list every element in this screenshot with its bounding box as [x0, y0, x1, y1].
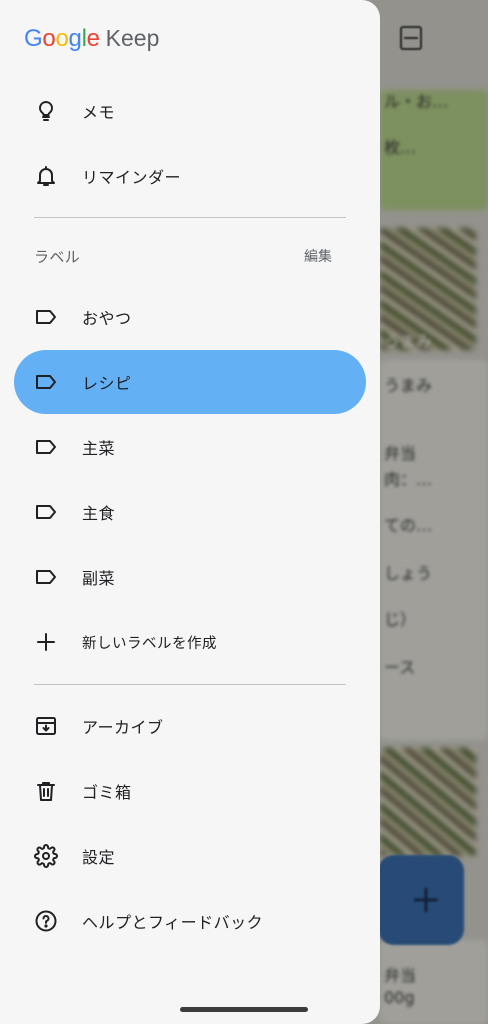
- nav-item-help[interactable]: ヘルプとフィードバック: [14, 889, 366, 953]
- logo-google-wordmark: Google: [24, 25, 100, 52]
- nav-item-label: ヘルプとフィードバック: [82, 913, 264, 932]
- google-keep-logo: Google Keep: [24, 25, 159, 55]
- help-icon: [35, 910, 57, 932]
- nav-item-label: 主食: [82, 504, 116, 523]
- nav-item-trash[interactable]: ゴミ箱: [14, 759, 366, 823]
- nav-item-label: おやつ: [82, 309, 132, 328]
- nav-item-label: ゴミ箱: [82, 783, 132, 802]
- archive-icon: [36, 717, 56, 735]
- nav-item-reminders[interactable]: リマインダー: [14, 144, 366, 208]
- trash-icon: [37, 782, 55, 801]
- nav-item-label: アーカイブ: [82, 718, 164, 737]
- gear-icon: [34, 844, 58, 868]
- label-icon: [36, 505, 56, 519]
- nav-item-archive[interactable]: アーカイブ: [14, 694, 366, 758]
- create-label-button[interactable]: 新しいラベルを作成: [14, 610, 366, 674]
- nav-item-notes[interactable]: メモ: [14, 79, 366, 143]
- logo-product-name: Keep: [105, 25, 160, 51]
- nav-item-label: レシピ: [82, 374, 132, 393]
- nav-item-label-oyatsu[interactable]: おやつ: [14, 285, 366, 349]
- nav-item-label-main-dish[interactable]: 主菜: [14, 415, 366, 479]
- plus-icon: [37, 633, 55, 651]
- nav-item-label-recipe[interactable]: レシピ: [14, 350, 366, 414]
- nav-item-label: 新しいラベルを作成: [82, 635, 217, 652]
- labels-section-header: ラベル 編集: [34, 244, 332, 268]
- label-icon: [36, 570, 56, 584]
- label-icon: [36, 310, 56, 324]
- divider: [34, 684, 346, 685]
- edit-labels-button[interactable]: 編集: [304, 246, 332, 266]
- nav-item-label: 設定: [82, 848, 116, 867]
- navigation-drawer: Google Keep メモ リマインダー ラベル 編集 おやつ レシピ 主菜 …: [0, 0, 380, 1024]
- labels-section-title: ラベル: [34, 247, 81, 266]
- nav-item-label: リマインダー: [82, 168, 182, 187]
- label-icon: [36, 440, 56, 454]
- home-indicator[interactable]: [180, 1007, 308, 1012]
- bell-icon: [37, 166, 55, 186]
- nav-item-label: 主菜: [82, 439, 116, 458]
- nav-item-settings[interactable]: 設定: [14, 824, 366, 888]
- lightbulb-icon: [39, 101, 53, 121]
- divider: [34, 217, 346, 218]
- label-icon: [36, 375, 56, 389]
- nav-item-label: 副菜: [82, 569, 116, 588]
- nav-item-label: メモ: [82, 103, 116, 122]
- nav-item-label-staple[interactable]: 主食: [14, 480, 366, 544]
- nav-item-label-side-dish[interactable]: 副菜: [14, 545, 366, 609]
